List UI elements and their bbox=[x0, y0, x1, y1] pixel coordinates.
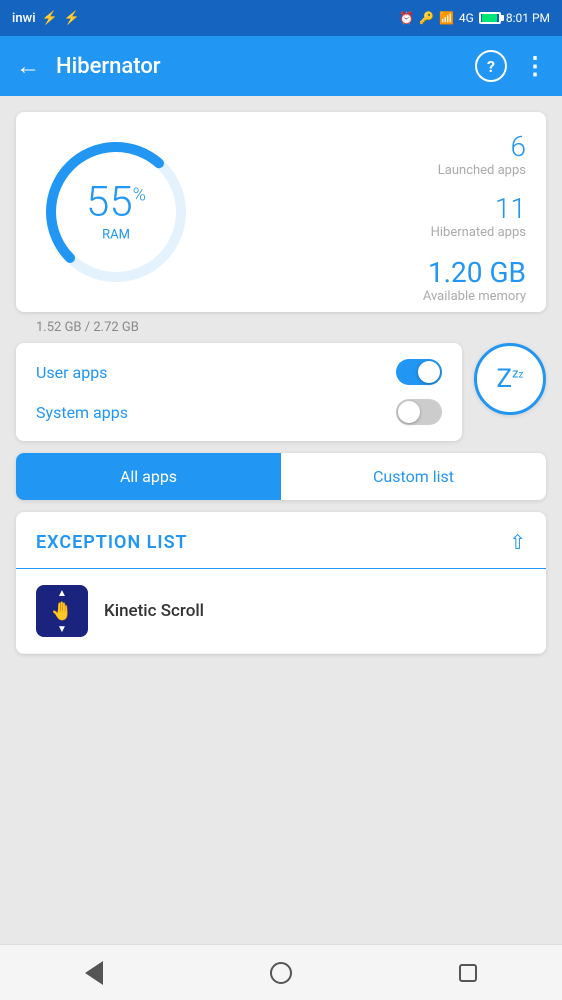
collapse-button[interactable]: ⇧ bbox=[509, 530, 526, 554]
nav-recent-icon bbox=[459, 964, 477, 982]
carrier-name: inwi bbox=[12, 11, 36, 26]
ram-value: 55% bbox=[86, 182, 146, 224]
user-apps-row: User apps bbox=[36, 359, 442, 385]
nav-home-button[interactable] bbox=[261, 953, 301, 993]
exception-header: Exception List ⇧ bbox=[16, 512, 546, 569]
help-button[interactable]: ? bbox=[475, 50, 507, 82]
status-bar: inwi ⚡ ⚡ ⏰ 🔑 📶 4G 8:01 PM bbox=[0, 0, 562, 36]
ram-usage-text: 1.52 GB / 2.72 GB bbox=[36, 320, 139, 335]
usb-icon-2: ⚡ bbox=[64, 11, 80, 26]
sleep-icon: Zzz bbox=[497, 364, 524, 394]
tab-all-apps[interactable]: All apps bbox=[16, 453, 281, 500]
nav-back-icon bbox=[85, 961, 103, 985]
available-memory-stat: 1.20 GB Available memory bbox=[423, 256, 526, 304]
controls-row: User apps System apps Zzz bbox=[16, 343, 546, 441]
ram-label: RAM bbox=[86, 228, 146, 243]
launched-label: Launched apps bbox=[438, 163, 526, 178]
main-content: 55% RAM 6 Launched apps 11 Hibernated ap… bbox=[0, 96, 562, 944]
status-bar-left: inwi ⚡ ⚡ bbox=[12, 11, 80, 26]
usb-icon-1: ⚡ bbox=[42, 11, 58, 26]
status-bar-right: ⏰ 🔑 📶 4G 8:01 PM bbox=[399, 11, 550, 25]
key-icon: 🔑 bbox=[419, 11, 434, 25]
list-item: ▲ 🤚 ▼ Kinetic Scroll bbox=[16, 569, 546, 654]
scroll-icon: ▲ 🤚 ▼ bbox=[51, 588, 73, 635]
wifi-icon: 📶 bbox=[439, 11, 454, 25]
exception-card: Exception List ⇧ ▲ 🤚 ▼ Kinetic Scroll bbox=[16, 512, 546, 654]
more-options-button[interactable]: ⋮ bbox=[523, 52, 546, 80]
time-display: 8:01 PM bbox=[506, 11, 550, 25]
ram-chart: 55% RAM bbox=[36, 132, 196, 292]
sleep-button[interactable]: Zzz bbox=[474, 343, 546, 415]
launched-count: 6 bbox=[438, 132, 526, 163]
alarm-icon: ⏰ bbox=[399, 11, 414, 25]
system-apps-toggle[interactable] bbox=[396, 399, 442, 425]
user-apps-label: User apps bbox=[36, 363, 107, 382]
available-memory-label: Available memory bbox=[423, 289, 526, 304]
signal-icon: 4G bbox=[459, 11, 474, 25]
hibernated-label: Hibernated apps bbox=[431, 225, 526, 240]
nav-home-icon bbox=[270, 962, 292, 984]
back-button[interactable]: ← bbox=[16, 52, 40, 81]
user-apps-thumb bbox=[418, 361, 440, 383]
nav-back-button[interactable] bbox=[74, 953, 114, 993]
nav-recent-button[interactable] bbox=[448, 953, 488, 993]
ram-card: 55% RAM 6 Launched apps 11 Hibernated ap… bbox=[16, 112, 546, 312]
system-apps-row: System apps bbox=[36, 399, 442, 425]
hibernated-apps-stat: 11 Hibernated apps bbox=[431, 194, 526, 240]
battery-icon bbox=[479, 12, 501, 24]
hibernated-count: 11 bbox=[431, 194, 526, 225]
tab-custom-list[interactable]: Custom list bbox=[281, 453, 546, 500]
nav-bar bbox=[0, 944, 562, 1000]
app-icon-kinetic-scroll: ▲ 🤚 ▼ bbox=[36, 585, 88, 637]
system-apps-label: System apps bbox=[36, 403, 128, 422]
app-name-kinetic-scroll: Kinetic Scroll bbox=[104, 601, 204, 621]
user-apps-toggle[interactable] bbox=[396, 359, 442, 385]
exception-title: Exception List bbox=[36, 532, 188, 553]
ram-stats: 6 Launched apps 11 Hibernated apps 1.20 … bbox=[216, 132, 526, 304]
app-bar-actions: ? ⋮ bbox=[475, 50, 546, 82]
ram-percentage-display: 55% RAM bbox=[86, 182, 146, 243]
launched-apps-stat: 6 Launched apps bbox=[438, 132, 526, 178]
available-memory-value: 1.20 GB bbox=[423, 256, 526, 289]
tab-bar: All apps Custom list bbox=[16, 453, 546, 500]
system-apps-thumb bbox=[398, 401, 420, 423]
toggles-card: User apps System apps bbox=[16, 343, 462, 441]
app-bar: ← Hibernator ? ⋮ bbox=[0, 36, 562, 96]
app-title: Hibernator bbox=[56, 54, 475, 79]
